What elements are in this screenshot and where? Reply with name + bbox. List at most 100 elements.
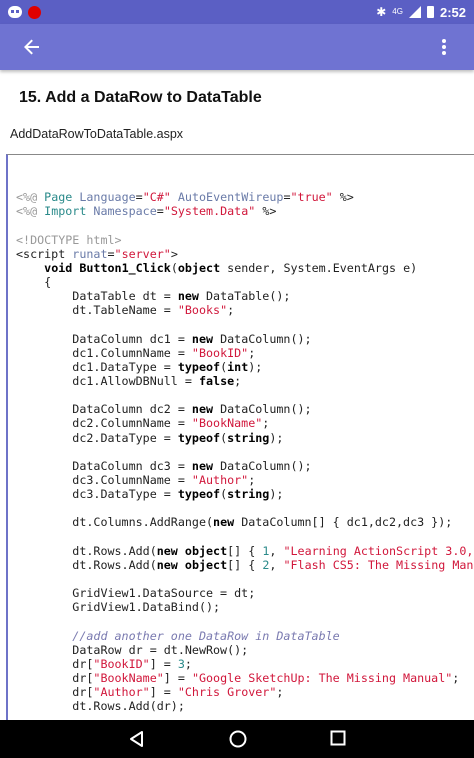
app-bar (0, 24, 474, 70)
code-content: <%@ Page Language="C#" AutoEventWireup="… (16, 176, 474, 720)
code-line: DataColumn dc2 = new DataColumn(); (16, 402, 474, 416)
code-token: dr[ (16, 685, 94, 700)
code-token: GridView1.DataBind(); (16, 600, 221, 615)
code-token: new (191, 402, 214, 417)
code-token: [] { (227, 543, 263, 558)
code-token: dc1.ColumnName = (16, 345, 192, 360)
code-token: dr[ (16, 670, 94, 685)
chat-notification-icon (8, 6, 22, 18)
code-token: new (156, 557, 178, 572)
code-token: dc2.ColumnName = (16, 416, 192, 431)
code-line: dt.Rows.Add(new object[] { 2, "Flash CS5… (16, 558, 474, 572)
code-token: dt.TableName = (16, 303, 178, 318)
code-token: "BookID" (191, 345, 249, 360)
code-token: ); (269, 430, 284, 445)
code-token: new (156, 543, 178, 558)
code-line: DataRow dr = dt.NewRow(); (16, 643, 474, 657)
code-token: ] = (149, 656, 178, 671)
code-token: Namespace (93, 204, 157, 219)
code-token: new (177, 289, 199, 304)
code-token: ] = (149, 685, 178, 700)
more-vertical-icon (442, 39, 446, 55)
code-line: <%@ Import Namespace="System.Data" %> (16, 204, 474, 218)
signal-icon (408, 6, 421, 18)
code-token: ; (248, 345, 256, 360)
nav-home-button[interactable] (228, 729, 248, 749)
code-token: object (184, 557, 228, 572)
code-token: "Chris Grover" (177, 685, 277, 700)
code-line: dt.Columns.AddRange(new DataColumn[] { d… (16, 515, 474, 529)
code-token: ; (248, 472, 256, 487)
code-token: [] { (227, 557, 263, 572)
code-token: ; (184, 656, 192, 671)
code-token: { (16, 274, 52, 289)
overflow-menu-button[interactable] (432, 35, 456, 59)
code-block[interactable]: <%@ Page Language="C#" AutoEventWireup="… (6, 154, 474, 720)
code-token: DataColumn[] { dc1,dc2,dc3 }); (234, 515, 453, 530)
code-token: new (191, 331, 214, 346)
code-token: int (227, 359, 249, 374)
code-line: dc2.ColumnName = "BookName"; (16, 416, 474, 430)
code-token: DataColumn dc3 = (16, 458, 192, 473)
code-token: ); (269, 487, 284, 502)
code-token: ] = (163, 670, 192, 685)
nav-recents-button[interactable] (330, 730, 346, 746)
code-token: false (198, 373, 235, 388)
code-token: void (44, 260, 73, 275)
code-token: new (213, 515, 235, 530)
code-line: dc3.DataType = typeof(string); (16, 487, 474, 501)
code-token: AutoEventWireup (177, 190, 284, 205)
code-token: "BookName" (191, 416, 263, 431)
code-token: ; (452, 670, 460, 685)
code-line: //add another one DataRow in DataTable (16, 629, 474, 643)
code-token: = (135, 190, 143, 205)
back-button[interactable] (20, 35, 44, 59)
nav-back-button[interactable] (127, 729, 147, 749)
code-token: Import (44, 204, 94, 219)
code-token: "Flash CS5: The Missing Manual" (283, 557, 474, 572)
record-notification-icon (28, 5, 41, 19)
code-line: dt.TableName = "Books"; (16, 303, 474, 317)
code-token: dt.Rows.Add(dr); (16, 699, 185, 714)
code-token: DataColumn(); (213, 402, 312, 417)
code-token: DataColumn dc2 = (16, 402, 192, 417)
code-token: //add another one DataRow in DataTable (16, 628, 340, 643)
battery-icon (426, 6, 434, 18)
code-line: dc3.ColumnName = "Author"; (16, 473, 474, 487)
code-token: = (156, 204, 164, 219)
code-token: dc1.DataType = (16, 359, 178, 374)
code-line: void Button1_Click(object sender, System… (16, 261, 474, 275)
code-token: dc1.AllowDBNull = (16, 373, 199, 388)
code-token: typeof (177, 487, 221, 502)
code-line: dr["BookName"] = "Google SketchUp: The M… (16, 671, 474, 685)
code-token: DataRow dr = dt.NewRow(); (16, 642, 249, 657)
code-token: DataTable dt = (16, 289, 178, 304)
code-token: string (227, 430, 270, 445)
code-token: "Learning ActionScript 3.0, Second Editi… (283, 543, 474, 558)
code-token: , (269, 543, 284, 558)
code-line: GridView1.DataBind(); (16, 600, 474, 614)
status-bar: ✱ 4G 2:52 (0, 0, 474, 24)
code-token: dr[ (16, 656, 94, 671)
code-token: sender, System.EventArgs e) (220, 260, 418, 275)
code-token: dt.Rows.Add( (16, 557, 157, 572)
code-token: "BookName" (93, 670, 164, 685)
code-token: "Author" (93, 685, 150, 700)
code-token: string (227, 487, 270, 502)
code-line: GridView1.DataSource = dt; (16, 586, 474, 600)
code-token: %> (332, 190, 354, 205)
page-title: 15. Add a DataRow to DataTable (19, 89, 262, 106)
code-token: dc2.DataType = (16, 430, 178, 445)
code-token: object (177, 260, 221, 275)
